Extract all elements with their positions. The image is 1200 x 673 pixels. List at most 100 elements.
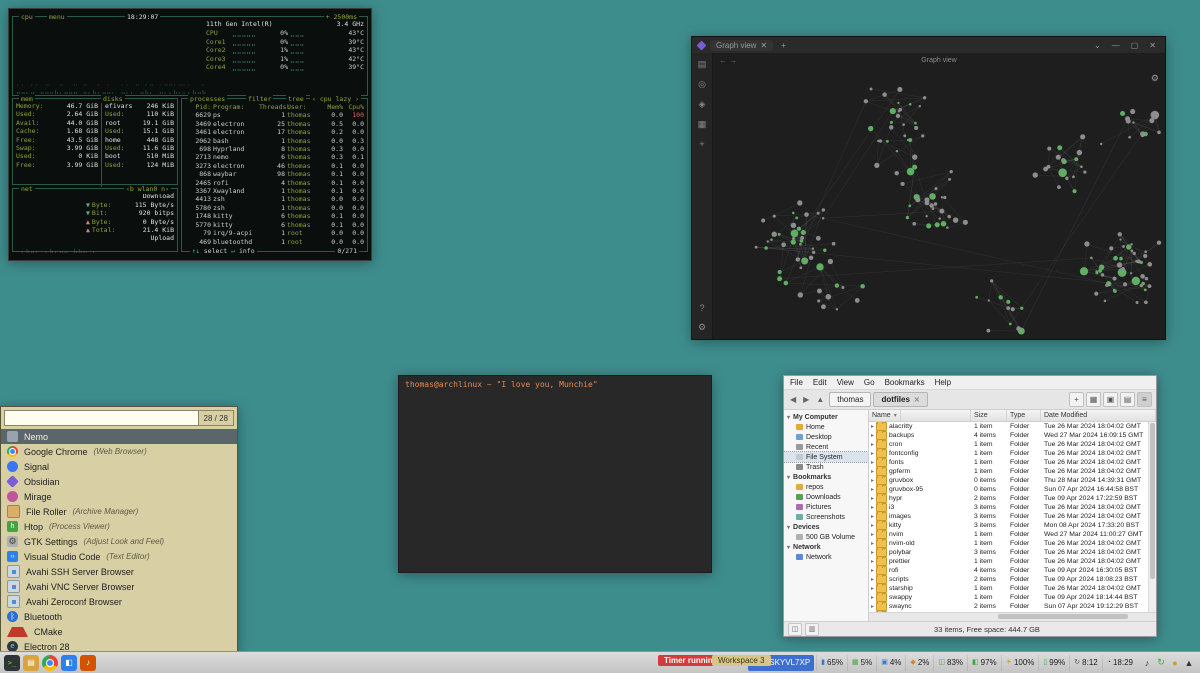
file-row[interactable]: ▸swappy1 itemFolderTue 09 Apr 2024 18:14… [869,593,1156,602]
file-row[interactable]: ▸backups4 itemsFolderWed 27 Mar 2024 16:… [869,431,1156,440]
process-row[interactable]: 2713nemo6thomas0.30.1 [182,153,367,161]
web-browser-icon[interactable] [42,655,58,671]
column-header-date-modified[interactable]: Date Modified [1041,410,1156,421]
launcher-item-bluetooth[interactable]: Bluetooth [1,609,237,624]
media-player-icon[interactable]: ♪ [80,655,96,671]
file-row[interactable]: ▸nvim-old1 itemFolderTue 26 Mar 2024 18:… [869,539,1156,548]
path-segment-thomas[interactable]: thomas [829,392,871,407]
ribbon-settings-icon[interactable]: ⚙ [698,322,706,333]
file-row[interactable]: ▸swaync2 itemsFolderSun 07 Apr 2024 19:1… [869,602,1156,611]
file-manager-icon[interactable]: ▤ [23,655,39,671]
process-row[interactable]: 3461electron17thomas0.20.0 [182,128,367,136]
expander-icon[interactable]: ▸ [871,477,874,484]
process-row[interactable]: 5780zsh1thomas0.00.0 [182,204,367,212]
launcher-item-cmake[interactable]: CMake [1,624,237,639]
tree-toggle[interactable]: tree [286,95,306,103]
titlebar[interactable]: Graph view ✕ + ⌄ — ▢ ✕ [692,37,1165,53]
updates-icon[interactable]: ↻ [1154,655,1168,671]
tray-disk2[interactable]: ◧97% [967,655,1001,671]
new-tab-icon[interactable]: + [1069,392,1084,407]
tray-clock[interactable]: ◔18:29 [1102,655,1137,671]
expander-icon[interactable]: ▸ [871,468,874,475]
ribbon-graph-icon[interactable]: ◈ [699,99,706,110]
expander-icon[interactable]: ▸ [871,558,874,565]
menu-go[interactable]: Go [864,378,875,387]
process-row[interactable]: 868waybar98thomas0.10.0 [182,170,367,178]
terminal-icon[interactable]: >_ [4,655,20,671]
ribbon-new-note-icon[interactable]: + [699,139,704,149]
process-row[interactable]: 1748kitty6thomas0.10.0 [182,212,367,220]
file-row[interactable]: ▸kitty3 itemsFolderMon 08 Apr 2024 17:33… [869,521,1156,530]
file-row[interactable]: ▸starship1 itemFolderTue 26 Mar 2024 18:… [869,584,1156,593]
process-row[interactable]: 698Hyprland8thomas0.30.0 [182,145,367,153]
compact-view-icon[interactable]: ▤ [1120,392,1135,407]
new-tab-button[interactable]: + [778,41,789,50]
tab-list-dropdown-icon[interactable]: ⌄ [1091,41,1104,50]
horizontal-scrollbar[interactable] [869,612,1156,621]
process-row[interactable]: 2465rofi4thomas0.10.0 [182,179,367,187]
tray-battery2[interactable]: ▯99% [1038,655,1069,671]
sidebar-section-bookmarks[interactable]: ▾Bookmarks [784,472,868,482]
launcher-item-avahi-zeroconf-browser[interactable]: Avahi Zeroconf Browser [1,594,237,609]
file-row[interactable]: ▸rofi4 itemsFolderTue 09 Apr 2024 16:30:… [869,566,1156,575]
expander-icon[interactable]: ▸ [871,549,874,556]
sidebar-item-screenshots[interactable]: Screenshots [784,512,868,522]
thumbnail-view-icon[interactable]: ▣ [1103,392,1118,407]
expander-icon[interactable]: ▸ [871,567,874,574]
expander-icon[interactable]: ▸ [871,531,874,538]
column-header-name[interactable]: Name ▾ [869,410,971,421]
column-header-type[interactable]: Type [1007,410,1041,421]
file-row[interactable]: ▸hypr2 itemsFolderTue 09 Apr 2024 17:22:… [869,494,1156,503]
expander-icon[interactable]: ▸ [871,450,874,457]
side-pane-toggle-icon[interactable]: ◫ [788,623,802,636]
show-tray-icon[interactable]: ▲ [1182,655,1196,671]
file-row[interactable]: ▸nvim1 itemFolderWed 27 Mar 2024 11:00:2… [869,530,1156,539]
text-editor-icon[interactable]: ◧ [61,655,77,671]
knowledge-graph[interactable] [713,67,1165,339]
sidebar-item-file-system[interactable]: File System [784,452,868,462]
process-row[interactable]: 79irq/9-acpi1root0.00.0 [182,229,367,237]
process-row[interactable]: 3469electron25thomas0.50.0 [182,120,367,128]
nav-arrows[interactable]: ← → [719,56,737,65]
launcher-item-avahi-ssh-server-browser[interactable]: Avahi SSH Server Browser [1,564,237,579]
file-row[interactable]: ▸prettier1 itemFolderTue 26 Mar 2024 18:… [869,557,1156,566]
expander-icon[interactable]: ▸ [871,423,874,430]
sidebar-item-home[interactable]: Home [784,422,868,432]
notifications-icon[interactable]: ● [1168,655,1182,671]
up-icon[interactable]: ▲ [814,395,826,404]
process-row[interactable]: 2062bash1thomas0.00.3 [182,137,367,145]
sidebar-item-recent[interactable]: Recent [784,442,868,452]
launcher-item-gtk-settings[interactable]: GTK Settings(Adjust Look and Feel) [1,534,237,549]
file-row[interactable]: ▸polybar3 itemsFolderTue 26 Mar 2024 18:… [869,548,1156,557]
graph-settings-gear-icon[interactable]: ⚙ [1151,73,1159,84]
sidebar-item-trash[interactable]: Trash [784,462,868,472]
process-row[interactable]: 3273electron46thomas0.10.0 [182,162,367,170]
column-headers[interactable]: Name ▾SizeTypeDate Modified [869,410,1156,422]
process-row[interactable]: 469bluetoothd1root0.00.0 [182,238,367,246]
tree-view-toggle-icon[interactable]: ▥ [805,623,819,636]
expander-icon[interactable]: ▸ [871,441,874,448]
path-segment-dotfiles[interactable]: dotfiles✕ [873,392,927,407]
launcher-item-file-roller[interactable]: File Roller(Archive Manager) [1,504,237,519]
expander-icon[interactable]: ▸ [871,594,874,601]
process-row[interactable]: 4413zsh1thomas0.00.0 [182,195,367,203]
launcher-item-visual-studio-code[interactable]: Visual Studio Code(Text Editor) [1,549,237,564]
expander-icon[interactable]: ▸ [871,486,874,493]
process-list[interactable]: 6629ps1thomas0.01003469electron25thomas0… [182,111,367,246]
volume-icon[interactable]: ♪ [1140,655,1154,671]
sidebar-section-devices[interactable]: ▾Devices [784,522,868,532]
close-icon[interactable]: ✕ [1146,41,1159,50]
detailed-view-icon[interactable]: ≡ [1137,392,1152,407]
expander-icon[interactable]: ▸ [871,513,874,520]
expander-icon[interactable]: ▸ [871,432,874,439]
file-row[interactable]: ▸gruvbox-950 itemsFolderSun 07 Apr 2024 … [869,485,1156,494]
update-interval-control[interactable]: + 2500ms [324,13,359,21]
tray-ram[interactable]: ▦5% [847,655,876,671]
maximize-icon[interactable]: ▢ [1128,41,1142,50]
menu-view[interactable]: View [837,378,854,387]
filter-control[interactable]: filter [246,95,273,103]
file-row[interactable]: ▸scripts2 itemsFolderTue 09 Apr 2024 18:… [869,575,1156,584]
workspace-badge[interactable]: Workspace 3 [712,655,771,666]
tab-graph-view[interactable]: Graph view ✕ [710,40,773,51]
file-row[interactable]: ▸gpferm1 itemFolderTue 26 Mar 2024 18:04… [869,467,1156,476]
